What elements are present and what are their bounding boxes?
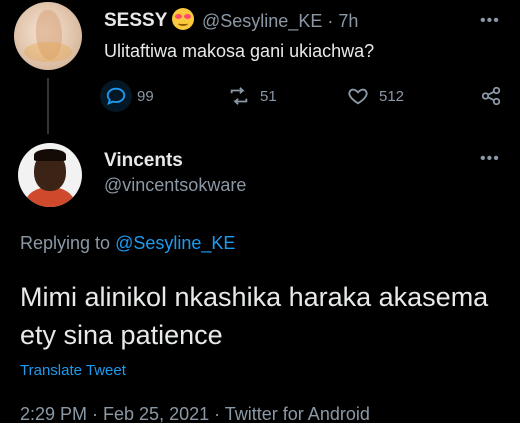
avatar-vincents[interactable]	[18, 143, 82, 207]
like-icon	[348, 88, 368, 105]
share-icon	[481, 86, 501, 106]
share-button[interactable]	[480, 84, 502, 108]
reply-icon	[106, 87, 126, 105]
like-button[interactable]: 512	[347, 84, 404, 108]
original-display-name[interactable]: SESSY	[104, 10, 167, 32]
thread-line	[47, 78, 49, 134]
reply-tweet-text: Mimi alinikol nkashika haraka akasema et…	[20, 282, 489, 350]
retweet-icon	[230, 87, 248, 105]
reply-count: 99	[137, 87, 154, 105]
replying-to-mention[interactable]: @Sesyline_KE	[115, 233, 235, 253]
reply-button[interactable]: 99	[105, 84, 154, 108]
retweet-button[interactable]: 51	[228, 84, 277, 108]
original-tweet-text: Ulitaftiwa makosa gani ukiachwa?	[104, 41, 375, 61]
like-count: 512	[379, 87, 405, 105]
replying-prefix: Replying to	[20, 233, 116, 253]
replying-to: Replying to @Sesyline_KE	[20, 233, 235, 254]
tweet-meta: 2:29 PM · Feb 25, 2021 · Twitter for And…	[20, 404, 370, 423]
translate-tweet-link[interactable]: Translate Tweet	[20, 362, 126, 379]
more-icon[interactable]: •••	[480, 12, 500, 30]
face-emoji-icon	[172, 8, 194, 30]
reply-display-name[interactable]: Vincents	[104, 150, 183, 172]
avatar-sessy[interactable]	[14, 2, 82, 70]
retweet-count: 51	[260, 87, 277, 105]
original-handle-time[interactable]: @Sesyline_KE · 7h	[202, 11, 358, 32]
more-icon[interactable]: •••	[480, 150, 500, 168]
reply-handle[interactable]: @vincentsokware	[104, 175, 246, 196]
